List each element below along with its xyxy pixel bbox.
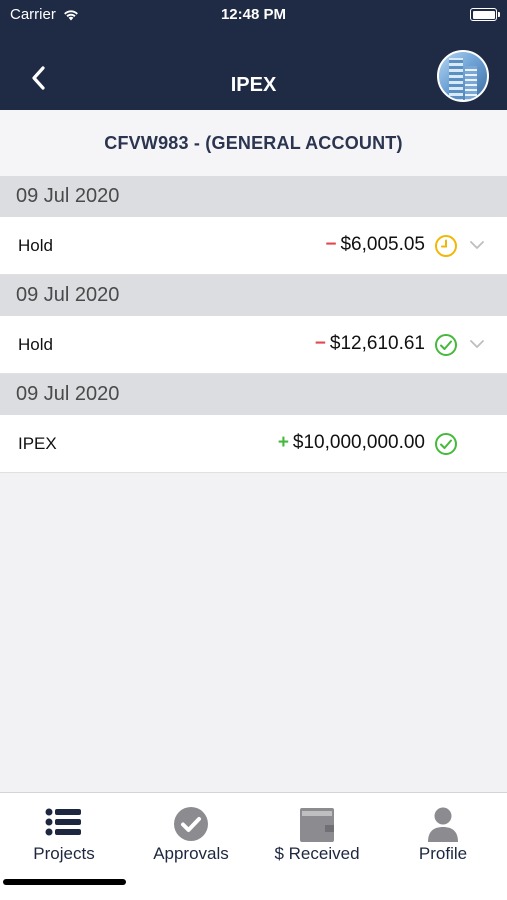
negative-sign: −	[314, 333, 326, 354]
account-title: CFVW983 - (GENERAL ACCOUNT)	[0, 110, 507, 176]
transaction-row[interactable]: IPEX + $10,000,000.00	[0, 415, 507, 473]
transaction-amount: − $12,610.61	[314, 333, 425, 354]
tab-approvals-label: Approvals	[153, 844, 229, 863]
date-header: 09 Jul 2020	[0, 176, 507, 217]
list-icon	[45, 808, 81, 836]
person-icon	[428, 807, 458, 842]
page-title: IPEX	[230, 74, 277, 96]
tab-projects[interactable]: Projects	[1, 793, 127, 873]
status-bar: Carrier 12:48 PM	[0, 0, 507, 30]
check-circle-icon	[174, 807, 208, 841]
positive-sign: +	[277, 432, 289, 453]
negative-sign: −	[325, 234, 337, 255]
home-indicator	[3, 879, 126, 885]
transaction-amount: + $10,000,000.00	[277, 432, 425, 453]
wallet-icon	[300, 808, 334, 842]
transaction-label: IPEX	[18, 434, 57, 453]
check-circle-icon	[435, 334, 457, 356]
transaction-label: Hold	[18, 335, 53, 354]
check-circle-icon	[435, 433, 457, 455]
pending-clock-icon	[435, 235, 457, 257]
tab-received-label: $ Received	[274, 844, 360, 863]
transaction-label: Hold	[18, 236, 53, 255]
avatar[interactable]	[437, 50, 489, 102]
tab-projects-label: Projects	[33, 844, 95, 863]
chevron-down-icon[interactable]	[469, 338, 485, 350]
battery-icon	[470, 8, 500, 21]
transaction-row[interactable]: Hold − $6,005.05	[0, 217, 507, 275]
date-header: 09 Jul 2020	[0, 275, 507, 316]
tab-received[interactable]: $ Received	[254, 793, 380, 873]
date-header: 09 Jul 2020	[0, 374, 507, 415]
tab-approvals[interactable]: Approvals	[128, 793, 254, 873]
transaction-row[interactable]: Hold − $12,610.61	[0, 316, 507, 374]
transaction-amount: − $6,005.05	[325, 234, 425, 255]
tab-profile-label: Profile	[418, 844, 468, 863]
tab-profile[interactable]: Profile	[380, 793, 506, 873]
chevron-down-icon[interactable]	[469, 239, 485, 251]
clock: 12:48 PM	[220, 6, 287, 23]
